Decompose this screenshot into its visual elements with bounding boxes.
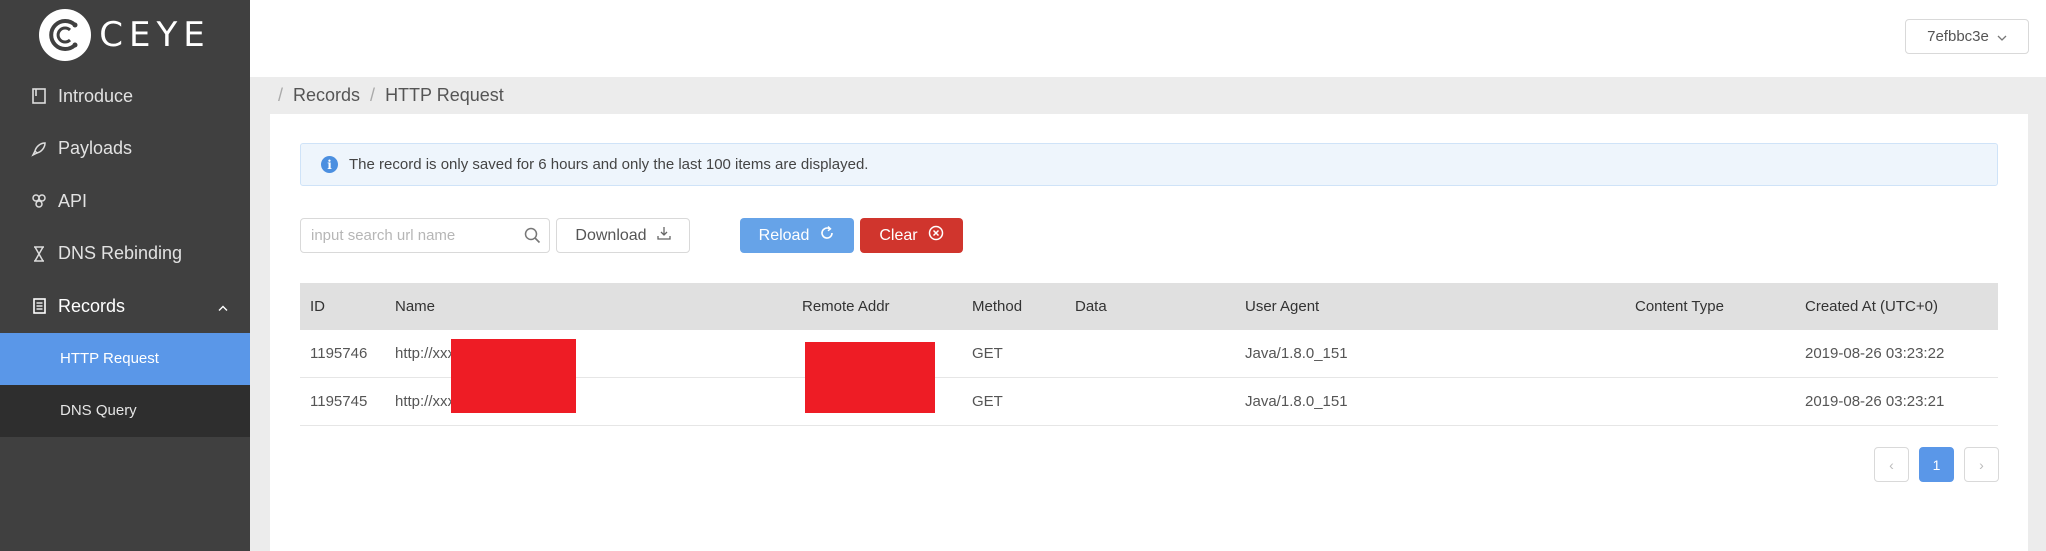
clear-label: Clear xyxy=(879,226,918,244)
sidebar-subitem-dns-query[interactable]: DNS Query xyxy=(0,384,250,437)
redaction-block xyxy=(451,339,576,413)
records-icon xyxy=(30,297,48,315)
book-icon xyxy=(30,87,48,105)
search-icon[interactable] xyxy=(524,227,541,249)
cell-id: 1195746 xyxy=(310,345,368,362)
column-header-content-type: Content Type xyxy=(1635,298,1724,315)
download-icon xyxy=(656,226,671,245)
download-label: Download xyxy=(575,226,647,244)
close-circle-icon xyxy=(928,225,944,246)
content-card: i The record is only saved for 6 hours a… xyxy=(270,114,2028,551)
breadcrumb: / Records / HTTP Request xyxy=(278,85,504,106)
breadcrumb-separator: / xyxy=(278,85,284,105)
sidebar-subitem-http-request[interactable]: HTTP Request xyxy=(0,332,250,385)
sidebar: CEYE Introduce Payloads API DNS Rebindin… xyxy=(0,0,250,551)
column-header-data: Data xyxy=(1075,298,1107,315)
reload-icon xyxy=(819,225,835,246)
cell-user-agent: Java/1.8.0_151 xyxy=(1245,345,1348,362)
column-header-remote-addr: Remote Addr xyxy=(802,298,890,315)
cell-id: 1195745 xyxy=(310,393,368,410)
ceye-logo-icon xyxy=(39,9,92,61)
clear-button[interactable]: Clear xyxy=(860,218,963,253)
column-header-created-at: Created At (UTC+0) xyxy=(1805,298,1938,315)
sidebar-item-api[interactable]: API xyxy=(0,175,250,228)
cell-created-at: 2019-08-26 03:23:21 xyxy=(1805,393,1945,410)
pagination-next-button[interactable]: › xyxy=(1964,447,1999,482)
pagination-prev-button[interactable]: ‹ xyxy=(1874,447,1909,482)
sidebar-item-label: Introduce xyxy=(58,85,134,106)
column-header-name: Name xyxy=(395,298,436,315)
cell-name: http://xxx xyxy=(395,345,456,362)
reload-label: Reload xyxy=(758,226,810,244)
column-header-method: Method xyxy=(972,298,1023,315)
cell-method: GET xyxy=(972,393,1003,410)
user-dropdown[interactable]: 7efbbc3e xyxy=(1905,19,2029,54)
info-alert: i The record is only saved for 6 hours a… xyxy=(300,143,1998,186)
download-button[interactable]: Download xyxy=(556,218,690,253)
logo[interactable]: CEYE xyxy=(0,0,250,70)
sidebar-item-payloads[interactable]: Payloads xyxy=(0,123,250,176)
brand-name: CEYE xyxy=(99,15,211,55)
sidebar-item-introduce[interactable]: Introduce xyxy=(0,70,250,123)
search-box xyxy=(300,218,550,253)
cell-created-at: 2019-08-26 03:23:22 xyxy=(1805,345,1945,362)
sidebar-item-dns-rebinding[interactable]: DNS Rebinding xyxy=(0,228,250,281)
alert-text: The record is only saved for 6 hours and… xyxy=(349,156,869,173)
column-header-user-agent: User Agent xyxy=(1245,298,1320,315)
column-header-id: ID xyxy=(310,298,325,315)
sidebar-item-label: Payloads xyxy=(58,138,133,159)
breadcrumb-item-records[interactable]: Records xyxy=(293,85,360,106)
search-input[interactable] xyxy=(311,227,516,244)
cell-name: http://xxx xyxy=(395,393,456,410)
redaction-block xyxy=(805,342,935,413)
api-icon xyxy=(30,192,48,210)
sidebar-item-label: API xyxy=(58,190,88,211)
chevron-up-icon xyxy=(218,296,228,317)
chevron-down-icon xyxy=(1997,28,2007,45)
sidebar-item-label: DNS Rebinding xyxy=(58,243,183,264)
hourglass-icon xyxy=(30,245,48,263)
cell-method: GET xyxy=(972,345,1003,362)
table-header: ID Name Remote Addr Method Data User Age… xyxy=(300,283,1998,330)
user-name: 7efbbc3e xyxy=(1927,28,1989,45)
sidebar-item-records[interactable]: Records xyxy=(0,280,250,333)
top-header: 7efbbc3e xyxy=(250,0,2046,77)
pagination-page-1[interactable]: 1 xyxy=(1919,447,1954,482)
info-icon: i xyxy=(321,156,338,173)
breadcrumb-separator: / xyxy=(370,85,376,105)
cell-user-agent: Java/1.8.0_151 xyxy=(1245,393,1348,410)
sidebar-item-label: Records xyxy=(58,295,126,316)
reload-button[interactable]: Reload xyxy=(740,218,854,253)
rocket-icon xyxy=(30,140,48,158)
breadcrumb-item-current: HTTP Request xyxy=(385,85,504,105)
